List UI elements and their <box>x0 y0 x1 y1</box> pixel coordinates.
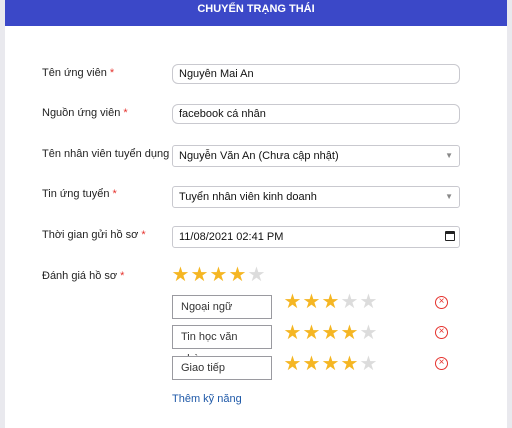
star-icon[interactable]: ★ <box>209 265 228 285</box>
profile-rating-stars[interactable]: ★ ★ ★ ★ ★ <box>171 265 266 285</box>
submit-time-value: 11/08/2021 02:41 PM <box>179 231 284 243</box>
recruiter-select-value: Nguyễn Văn An (Chưa cập nhật) <box>179 150 339 162</box>
star-icon[interactable]: ★ <box>302 323 321 343</box>
remove-skill-icon[interactable]: × <box>435 357 448 370</box>
star-icon[interactable]: ★ <box>340 323 359 343</box>
star-icon[interactable]: ★ <box>283 323 302 343</box>
star-icon[interactable]: ★ <box>321 323 340 343</box>
candidate-source-input[interactable] <box>172 104 460 124</box>
star-icon[interactable]: ★ <box>228 265 247 285</box>
add-skill-link[interactable]: Thêm kỹ năng <box>172 393 242 405</box>
star-icon[interactable]: ★ <box>321 354 340 374</box>
skill-rating-stars[interactable]: ★ ★ ★ ★ ★ <box>283 354 378 374</box>
chevron-down-icon: ▼ <box>445 192 453 201</box>
star-icon[interactable]: ★ <box>302 292 321 312</box>
star-icon[interactable]: ★ <box>247 265 266 285</box>
skill-name-box[interactable]: Giao tiếp <box>172 356 272 380</box>
candidate-name-input[interactable] <box>172 64 460 84</box>
job-posting-label: Tin ứng tuyển * <box>42 188 117 200</box>
job-posting-select[interactable]: Tuyển nhân viên kinh doanh ▼ <box>172 186 460 208</box>
skill-rating-stars[interactable]: ★ ★ ★ ★ ★ <box>283 292 378 312</box>
star-icon[interactable]: ★ <box>321 292 340 312</box>
chevron-down-icon: ▼ <box>445 151 453 160</box>
rating-label: Đánh giá hồ sơ * <box>42 270 125 282</box>
star-icon[interactable]: ★ <box>340 292 359 312</box>
star-icon[interactable]: ★ <box>340 354 359 374</box>
star-icon[interactable]: ★ <box>302 354 321 374</box>
star-icon[interactable]: ★ <box>283 292 302 312</box>
submit-time-label: Thời gian gửi hồ sơ * <box>42 229 146 241</box>
star-icon[interactable]: ★ <box>283 354 302 374</box>
calendar-icon[interactable] <box>445 231 455 241</box>
submit-time-input[interactable]: 11/08/2021 02:41 PM <box>172 226 460 248</box>
candidate-name-label: Tên ứng viên * <box>42 67 115 79</box>
modal-title: CHUYỂN TRẠNG THÁI <box>5 0 507 26</box>
job-posting-select-value: Tuyển nhân viên kinh doanh <box>179 191 317 203</box>
status-change-modal: CHUYỂN TRẠNG THÁI Tên ứng viên* Nguồn ứn… <box>5 0 507 428</box>
star-icon[interactable]: ★ <box>190 265 209 285</box>
candidate-source-label: Nguồn ứng viên * <box>42 107 128 119</box>
skill-name-box[interactable]: Ngoại ngữ <box>172 295 272 319</box>
star-icon[interactable]: ★ <box>359 354 378 374</box>
recruiter-select[interactable]: Nguyễn Văn An (Chưa cập nhật) ▼ <box>172 145 460 167</box>
star-icon[interactable]: ★ <box>359 323 378 343</box>
skill-name-box[interactable]: Tin học văn phòng <box>172 325 272 365</box>
skill-rating-stars[interactable]: ★ ★ ★ ★ ★ <box>283 323 378 343</box>
star-icon[interactable]: ★ <box>171 265 190 285</box>
remove-skill-icon[interactable]: × <box>435 326 448 339</box>
star-icon[interactable]: ★ <box>359 292 378 312</box>
remove-skill-icon[interactable]: × <box>435 296 448 309</box>
recruiter-label: Tên nhân viên tuyển dụng* <box>42 148 177 160</box>
